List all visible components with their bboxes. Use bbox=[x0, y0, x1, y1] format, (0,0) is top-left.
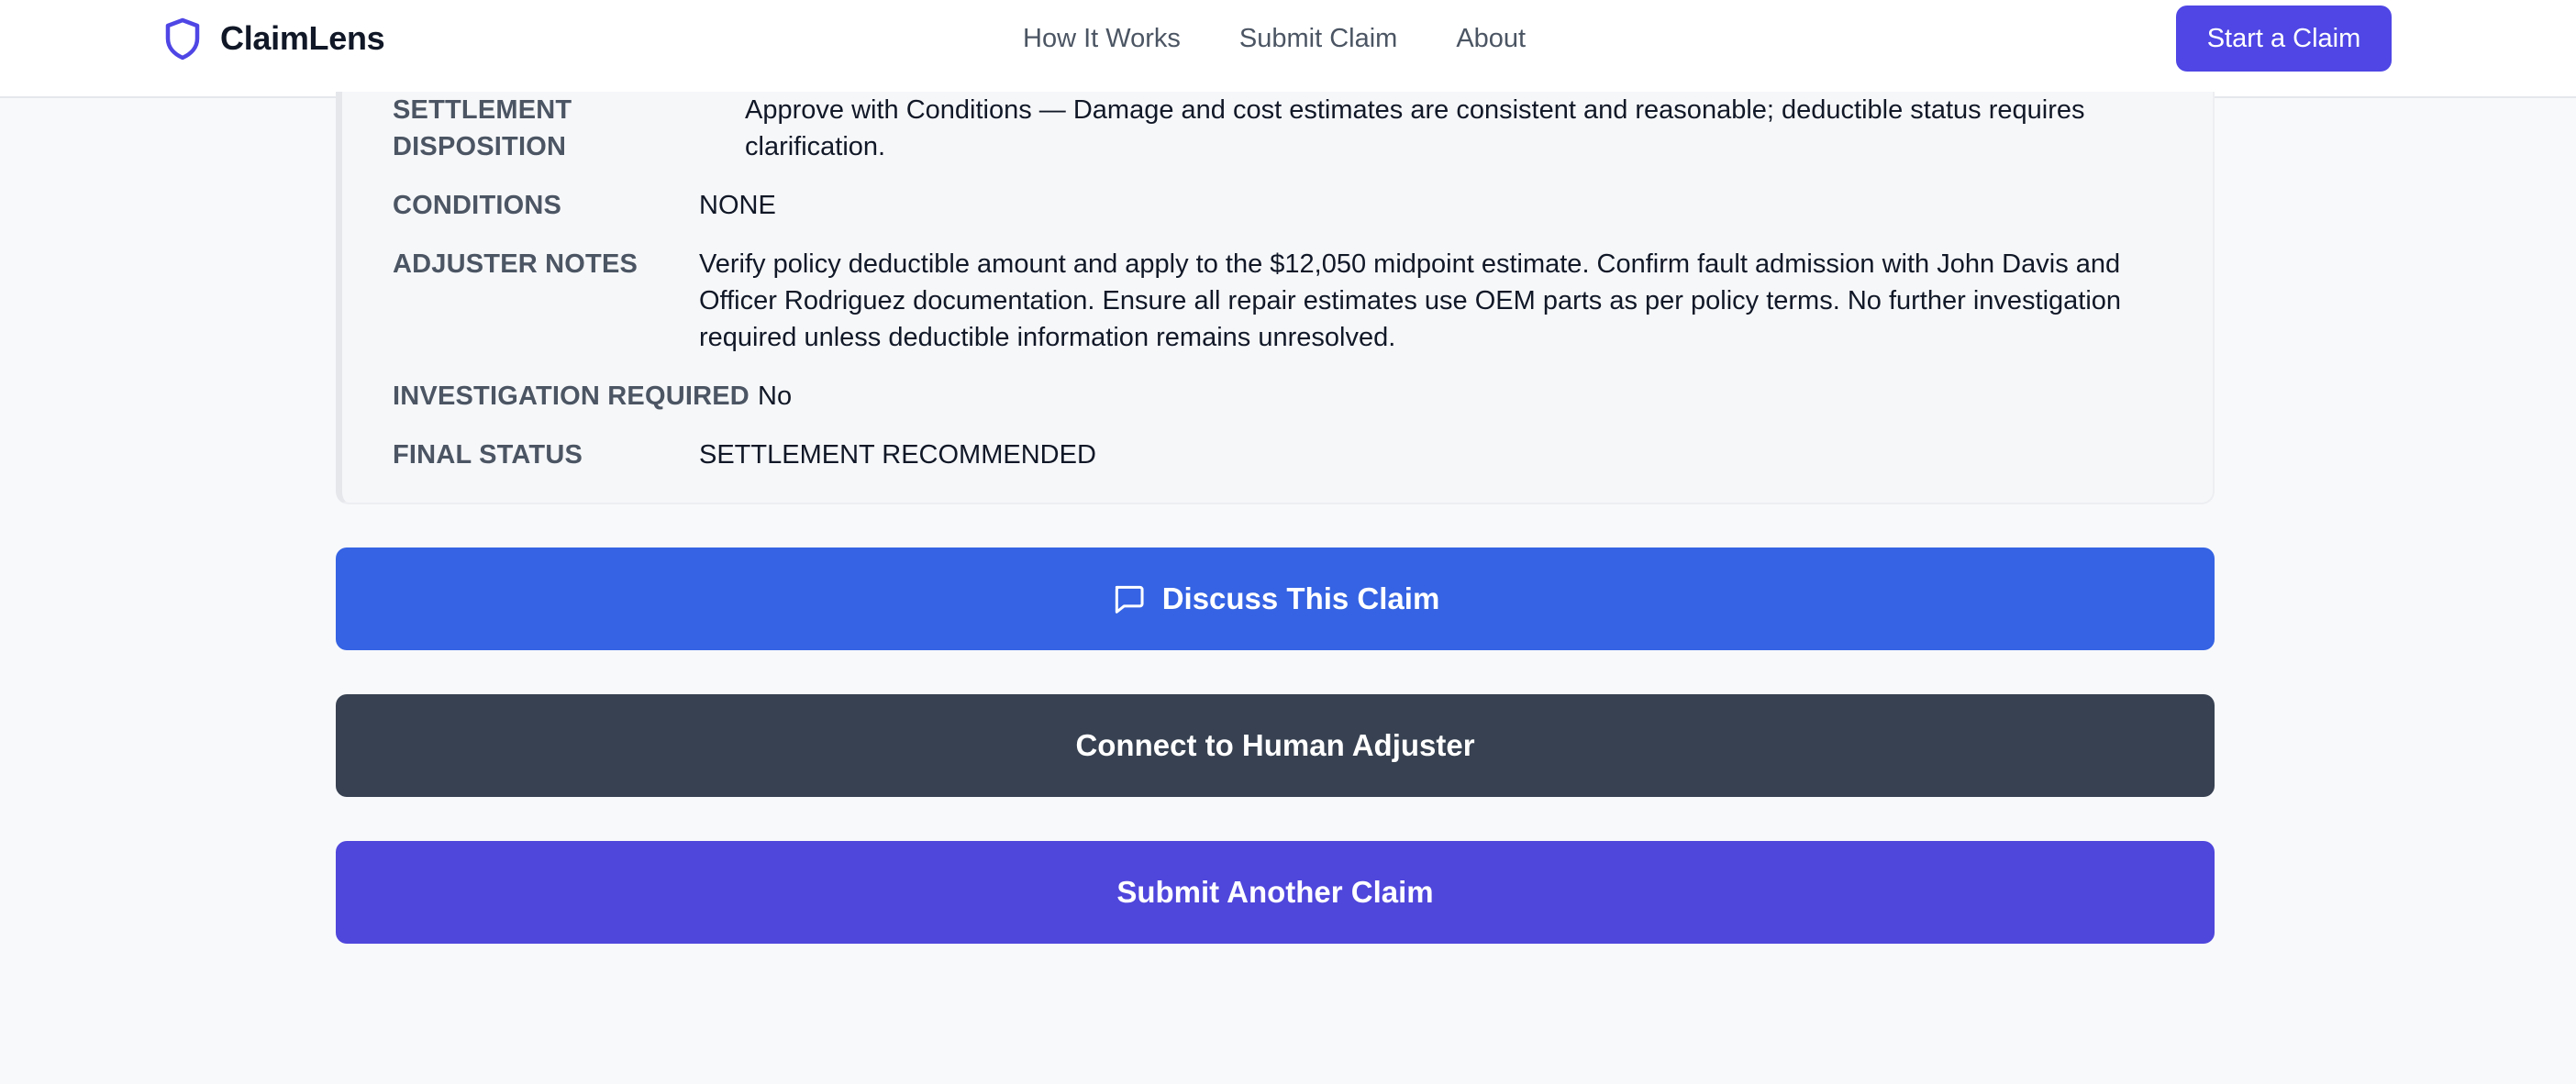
nav-about[interactable]: About bbox=[1456, 24, 1526, 54]
chat-bubble-icon bbox=[1115, 585, 1144, 614]
conditions-value: NONE bbox=[699, 191, 776, 220]
shield-icon bbox=[165, 17, 200, 61]
nav-how-it-works[interactable]: How It Works bbox=[1023, 24, 1181, 54]
adjuster-notes-line3: required unless deductible information r… bbox=[699, 323, 1396, 352]
top-navbar: ClaimLens How It Works Submit Claim Abou… bbox=[0, 0, 2576, 98]
brand-logo[interactable]: ClaimLens bbox=[163, 17, 385, 61]
settlement-disposition-label-line1: SETTLEMENT bbox=[393, 95, 572, 125]
main-nav: How It Works Submit Claim About bbox=[1023, 18, 1526, 59]
adjuster-notes-value: Verify policy deductible amount and appl… bbox=[699, 246, 2121, 356]
adjuster-notes-label: ADJUSTER NOTES bbox=[393, 249, 638, 279]
final-status-value: SETTLEMENT RECOMMENDED bbox=[699, 440, 1096, 470]
submit-another-claim-label: Submit Another Claim bbox=[1116, 875, 1434, 909]
settlement-disposition-value-line2: clarification. bbox=[745, 132, 886, 161]
settlement-disposition-value-line1: Approve with Conditions — Damage and cos… bbox=[745, 95, 2085, 125]
nav-submit-claim[interactable]: Submit Claim bbox=[1239, 24, 1397, 54]
adjuster-notes-line1: Verify policy deductible amount and appl… bbox=[699, 249, 2121, 279]
settlement-disposition-label-line2: DISPOSITION bbox=[393, 132, 567, 161]
connect-human-adjuster-label: Connect to Human Adjuster bbox=[1075, 728, 1475, 762]
discuss-claim-button[interactable]: Discuss This Claim bbox=[336, 548, 2215, 650]
discuss-claim-label: Discuss This Claim bbox=[1161, 581, 1440, 615]
settlement-disposition-label: SETTLEMENT DISPOSITION bbox=[393, 92, 572, 165]
investigation-required-value: No bbox=[758, 382, 793, 411]
brand-name: ClaimLens bbox=[220, 19, 385, 57]
final-status-label: FINAL STATUS bbox=[393, 440, 583, 470]
submit-another-claim-button[interactable]: Submit Another Claim bbox=[336, 841, 2215, 944]
connect-human-adjuster-button[interactable]: Connect to Human Adjuster bbox=[336, 694, 2215, 797]
start-claim-button[interactable]: Start a Claim bbox=[2176, 6, 2392, 72]
investigation-required-label: INVESTIGATION REQUIRED bbox=[393, 382, 749, 411]
claim-result-card: SETTLEMENT DISPOSITION Approve with Cond… bbox=[336, 92, 2215, 504]
settlement-disposition-value: Approve with Conditions — Damage and cos… bbox=[745, 92, 2084, 165]
adjuster-notes-line2: Officer Rodriguez documentation. Ensure … bbox=[699, 286, 2122, 315]
conditions-label: CONDITIONS bbox=[393, 191, 562, 220]
